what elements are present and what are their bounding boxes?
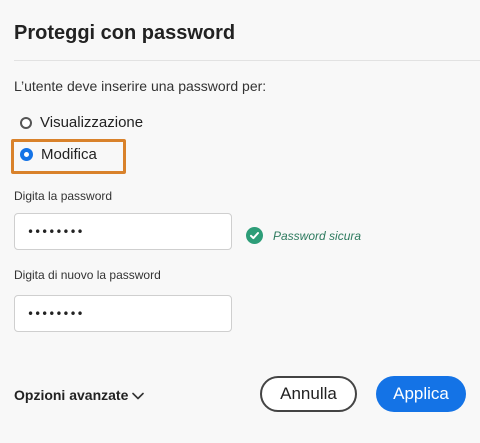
check-circle-icon [246, 227, 263, 244]
password-label: Digita la password [14, 189, 113, 203]
radio-unchecked-icon[interactable] [20, 116, 32, 129]
strength-text: Password sicura [273, 228, 362, 243]
radio-label-modifica: Modifica [41, 146, 97, 163]
password-strength: Password sicura [246, 227, 361, 244]
password-dialog: Proteggi con password L’utente deve inse… [0, 0, 480, 443]
title-divider [14, 60, 480, 61]
chevron-down-icon [132, 387, 145, 403]
radio-modifica[interactable]: Modifica [20, 146, 97, 163]
prompt-text: L’utente deve inserire una password per: [14, 78, 267, 94]
confirm-password-label: Digita di nuovo la password [14, 268, 161, 282]
confirm-password-input[interactable] [14, 295, 232, 332]
advanced-options-toggle[interactable]: Opzioni avanzate [14, 387, 145, 403]
cancel-button[interactable]: Annulla [260, 376, 357, 412]
radio-visualizzazione[interactable]: Visualizzazione [20, 114, 143, 131]
password-input[interactable] [14, 213, 232, 250]
apply-button[interactable]: Applica [376, 376, 466, 412]
radio-label-visualizzazione: Visualizzazione [40, 114, 144, 131]
dialog-title: Proteggi con password [14, 22, 236, 44]
radio-checked-icon[interactable] [20, 148, 33, 161]
advanced-options-label: Opzioni avanzate [14, 387, 129, 403]
